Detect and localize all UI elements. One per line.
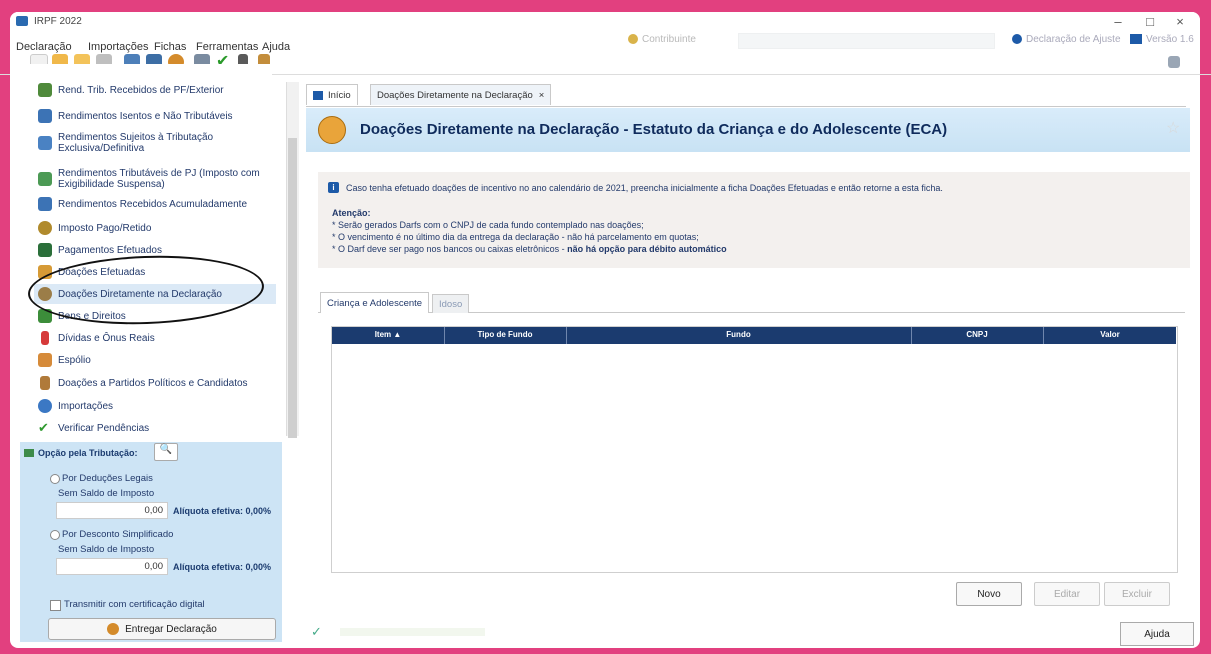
- document-icon: [38, 136, 52, 150]
- sidebar-item-partidos[interactable]: Doações a Partidos Políticos e Candidato…: [38, 373, 248, 393]
- info-icon: i: [328, 182, 339, 193]
- status-check-icon: ✓: [311, 624, 322, 639]
- sidebar-item-label: Rendimentos Sujeitos à Tributação: [58, 132, 214, 143]
- family-icon: [38, 353, 52, 367]
- page-title: Doações Diretamente na Declaração - Esta…: [360, 121, 948, 138]
- contribuinte-field[interactable]: [738, 33, 995, 49]
- option1-sub: Sem Saldo de Imposto: [58, 488, 155, 499]
- col-fundo[interactable]: Fundo: [567, 330, 910, 339]
- option-desconto-simplificado[interactable]: Por Desconto Simplificado: [62, 529, 173, 540]
- sidebar-item-espolio[interactable]: Espólio: [38, 350, 91, 370]
- sidebar-item-rend-trib-pf[interactable]: Rend. Trib. Recebidos de PF/Exterior: [38, 80, 224, 100]
- sidebar-item-rend-pj[interactable]: Rendimentos Tributáveis de PJ (Imposto c…: [38, 164, 260, 194]
- col-item[interactable]: Item ▲: [338, 330, 438, 339]
- sidebar-item-label-2: Exigibilidade Suspensa): [58, 179, 165, 190]
- status-bar: [340, 628, 485, 636]
- declaracao-ajuste-label: Declaração de Ajuste: [1026, 34, 1121, 45]
- col-valor[interactable]: Valor: [1044, 330, 1176, 339]
- radio-deducoes-legais[interactable]: [50, 474, 60, 484]
- info-bullet3-plain: * O Darf deve ser pago nos bancos ou cai…: [332, 244, 568, 254]
- tab-inicio[interactable]: Início: [306, 84, 358, 105]
- novo-button[interactable]: Novo: [956, 582, 1022, 606]
- option2-sub: Sem Saldo de Imposto: [58, 544, 155, 555]
- info-attention: Atenção:: [332, 208, 371, 218]
- document-icon: [38, 197, 52, 211]
- app-icon: [16, 16, 28, 26]
- taxation-icon: [24, 449, 34, 457]
- info-bullet2: * O vencimento é no último dia da entreg…: [332, 232, 699, 242]
- sidebar-item-importacoes[interactable]: Importações: [38, 396, 113, 416]
- certificate-label[interactable]: Transmitir com certificação digital: [64, 599, 205, 610]
- versao-label: Versão 1.6: [1146, 34, 1194, 45]
- search-icon[interactable]: 🔍: [154, 443, 178, 461]
- col-tipo-fundo[interactable]: Tipo de Fundo: [445, 330, 565, 339]
- sidebar-item-imposto-pago[interactable]: Imposto Pago/Retido: [38, 218, 151, 238]
- coins-icon: [38, 83, 52, 97]
- exit-icon[interactable]: [1168, 56, 1180, 68]
- close-button[interactable]: ×: [1168, 14, 1192, 29]
- radio-desconto-simplificado[interactable]: [50, 530, 60, 540]
- editar-button[interactable]: Editar: [1034, 582, 1100, 606]
- entregar-label: Entregar Declaração: [125, 623, 217, 635]
- maximize-button[interactable]: □: [1138, 14, 1162, 29]
- home-icon: [313, 90, 323, 100]
- person-money-icon: [38, 221, 52, 235]
- sidebar-scrollbar[interactable]: [286, 82, 299, 438]
- info-line1: Caso tenha efetuado doações de incentivo…: [346, 183, 943, 193]
- option2-aliquota: Alíquota efetiva: 0,00%: [173, 562, 272, 572]
- info-bullet1: * Serão gerados Darfs com o CNPJ de cada…: [332, 220, 644, 230]
- title-bar: IRPF 2022 – □ ×: [10, 12, 1200, 32]
- card-icon: [38, 243, 52, 257]
- contribuinte-label: Contribuinte: [642, 34, 696, 45]
- favorite-star-icon[interactable]: ☆: [1166, 118, 1180, 138]
- tab-inicio-label: Início: [328, 89, 351, 101]
- window-title: IRPF 2022: [34, 16, 82, 27]
- donation-header-icon: [318, 116, 346, 144]
- declaration-icon: [1012, 34, 1022, 44]
- ajuda-button[interactable]: Ajuda: [1120, 622, 1194, 646]
- sidebar-item-pendencias[interactable]: ✔ Verificar Pendências: [38, 418, 149, 438]
- sidebar-item-rend-exclusiva[interactable]: Rendimentos Sujeitos à Tributação Exclusi…: [38, 128, 213, 158]
- option1-value: 0,00: [56, 502, 168, 519]
- col-cnpj[interactable]: CNPJ: [912, 330, 1042, 339]
- sidebar-item-label: Rendimentos Tributáveis de PJ (Imposto c…: [58, 168, 260, 179]
- excluir-button[interactable]: Excluir: [1104, 582, 1170, 606]
- taxation-panel: [20, 442, 282, 642]
- arrow-down-icon: [41, 331, 49, 345]
- close-tab-icon[interactable]: ×: [539, 90, 545, 101]
- option-deducoes-legais[interactable]: Por Deduções Legais: [62, 473, 153, 484]
- certificate-checkbox[interactable]: [50, 600, 61, 611]
- contribuinte-icon: [628, 34, 638, 44]
- coins-icon: [38, 172, 52, 186]
- check-icon: ✔: [38, 420, 49, 435]
- tab-current-label: Doações Diretamente na Declaração: [377, 89, 533, 101]
- info-bullet3-bold: não há opção para débito automático: [567, 244, 727, 254]
- transmit-icon: [107, 623, 120, 635]
- option2-value: 0,00: [56, 558, 168, 575]
- taxation-title: Opção pela Tributação:: [38, 448, 138, 458]
- subtab-crianca-adolescente[interactable]: Criança e Adolescente: [320, 292, 430, 313]
- tab-doacoes-diretamente[interactable]: Doações Diretamente na Declaração ×: [370, 84, 552, 105]
- info-bullet3: * O Darf deve ser pago nos bancos ou cai…: [332, 244, 727, 254]
- import-icon: [38, 399, 52, 413]
- sidebar-item-rend-isentos[interactable]: Rendimentos Isentos e Não Tributáveis: [38, 106, 233, 126]
- sidebar-item-label-2: Exclusiva/Definitiva: [58, 143, 145, 154]
- entregar-declaracao-button[interactable]: Entregar Declaração: [48, 618, 276, 640]
- sidebar-item-rend-acumulados[interactable]: Rendimentos Recebidos Acumuladamente: [38, 194, 247, 214]
- candidate-icon: [40, 376, 50, 390]
- minimize-button[interactable]: –: [1106, 14, 1130, 29]
- sidebar-scroll-thumb[interactable]: [288, 138, 297, 438]
- version-icon: [1130, 34, 1142, 44]
- subtab-idoso[interactable]: Idoso: [432, 294, 470, 313]
- option1-aliquota: Alíquota efetiva: 0,00%: [173, 506, 272, 516]
- document-icon: [38, 109, 52, 123]
- donations-table[interactable]: [331, 326, 1178, 573]
- sidebar-item-dividas[interactable]: Dívidas e Ônus Reais: [38, 328, 155, 348]
